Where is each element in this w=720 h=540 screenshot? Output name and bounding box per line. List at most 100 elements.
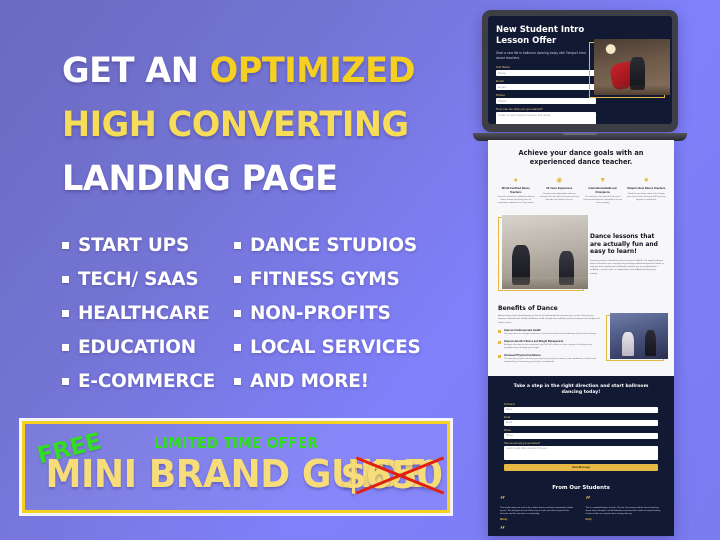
- dance-studio-photo: [502, 215, 588, 290]
- quote-icon: “: [500, 525, 506, 536]
- square-bullet-icon: [62, 377, 69, 385]
- benefit-body: Dancing raises the strength, endurance, …: [504, 332, 597, 335]
- benefits-section: Benefits of Dance Another layer of your …: [488, 299, 674, 376]
- square-bullet-icon: [62, 275, 69, 283]
- testimonial: “ This studio makes me want to be a bett…: [500, 495, 577, 521]
- feature-body: Train with instructors certified by nati…: [496, 196, 535, 205]
- couple-dancing-photo: [610, 313, 668, 360]
- square-bullet-icon: [234, 343, 241, 351]
- list-item: START UPS: [62, 228, 234, 262]
- feature-column: ★ Tampa's Best Dance Teachers Voted the …: [627, 176, 667, 205]
- quote-icon: “: [500, 495, 506, 506]
- floor-shading: [502, 277, 588, 290]
- phone-field[interactable]: Phone: [504, 432, 658, 439]
- audience-list: START UPS TECH/ SAAS HEALTHCARE EDUCATIO…: [62, 228, 452, 398]
- dancer-partner: [645, 330, 656, 357]
- email-field[interactable]: Email: [496, 84, 596, 90]
- list-item-label: AND MORE!: [250, 370, 369, 392]
- headline-line-2: HIGH CONVERTING: [62, 105, 409, 145]
- feature-columns: ● World Certified Dance Teachers Train w…: [488, 173, 674, 213]
- clock-icon: ◉: [556, 177, 563, 184]
- field-label: Full Name: [496, 65, 511, 69]
- list-item-label: LOCAL SERVICES: [250, 336, 421, 358]
- split-heading: Dance lessons that are actually fun and …: [590, 233, 658, 256]
- message-label: How can we help you get started?: [504, 441, 541, 445]
- field-label: Phone: [496, 93, 505, 97]
- benefit-body: Energetic dancing can burn anywhere from…: [504, 343, 592, 349]
- star-icon: ★: [643, 177, 650, 184]
- testimonials-section: From Our Students “ This studio makes me…: [488, 480, 674, 536]
- testimonial-column-right: “ This is a wonderful place to learn. Th…: [585, 495, 663, 536]
- testimonial-author: Wendy: [500, 518, 508, 521]
- hero-photo-frame: [589, 39, 670, 98]
- feature-title: World Certified Dance Teachers: [501, 187, 530, 194]
- floor-shading: [594, 85, 670, 95]
- field-label: Email: [496, 79, 504, 83]
- list-item-label: NON-PROFITS: [250, 302, 391, 324]
- list-item-label: FITNESS GYMS: [250, 268, 400, 290]
- testimonial-text: This studio makes me want to be a better…: [500, 506, 574, 515]
- field-label: Email: [504, 415, 510, 419]
- landing-page-mockup: Achieve your dance goals with an experie…: [488, 140, 674, 536]
- phone-field[interactable]: Phone: [496, 98, 596, 104]
- name-field[interactable]: Name: [496, 70, 596, 76]
- list-item: FITNESS GYMS: [234, 262, 452, 296]
- name-field[interactable]: Name: [504, 406, 658, 413]
- submit-button[interactable]: Send Message: [504, 463, 658, 471]
- email-field[interactable]: Email: [504, 419, 658, 426]
- laptop-screen: New Student Intro Lesson Offer Start a n…: [488, 16, 672, 124]
- list-item-label: EDUCATION: [78, 336, 196, 358]
- laptop-lead-form: Full Name Name Email Email Phone Phone H…: [496, 65, 596, 124]
- benefit-item: Improve Aerobic Fitness and Weight Manag…: [498, 340, 600, 350]
- headline-line-1: GET AN OPTIMIZED: [62, 44, 427, 98]
- message-label: How can we help you get started?: [496, 107, 543, 111]
- list-item: EDUCATION: [62, 330, 234, 364]
- benefits-heading: Benefits of Dance: [498, 305, 558, 313]
- split-body: Learning to dance should never be stress…: [590, 259, 664, 275]
- page-title: GET AN OPTIMIZED HIGH CONVERTING LANDING…: [62, 44, 442, 206]
- feature-body: Voted the top dance studio in the Tampa …: [626, 192, 666, 201]
- message-textarea[interactable]: I want to start dance lessons this week: [504, 445, 658, 460]
- list-item: NON-PROFITS: [234, 296, 452, 330]
- benefit-title: Improve Cardiovascular Health: [504, 328, 541, 332]
- benefit-body: The more you practice, the more you impr…: [504, 357, 597, 363]
- audience-column-left: START UPS TECH/ SAAS HEALTHCARE EDUCATIO…: [62, 228, 234, 398]
- headline-line-1-white: GET AN: [62, 51, 210, 91]
- square-bullet-icon: [62, 241, 69, 249]
- list-item: HEALTHCARE: [62, 296, 234, 330]
- square-bullet-icon: [234, 275, 241, 283]
- list-item: DANCE STUDIOS: [234, 228, 452, 262]
- list-item-label: TECH/ SAAS: [78, 268, 199, 290]
- offer-banner: LIMITED TIME OFFER MINI BRAND GUIDE FREE…: [19, 418, 453, 516]
- benefit-title: Improve Aerobic Fitness and Weight Manag…: [504, 339, 564, 343]
- feature-title: 30 Years Experience: [546, 187, 573, 190]
- feature-title: International Ballroom Champions: [588, 187, 618, 194]
- feature-column: ▼ International Ballroom Champions Our t…: [583, 176, 623, 205]
- quote-icon: “: [585, 495, 591, 506]
- testimonial-author: Emily: [585, 518, 592, 521]
- field-label: Full Name: [504, 402, 515, 406]
- strikethrough-x-icon: [353, 455, 447, 495]
- message-textarea[interactable]: I want to learn dance lessons this week: [496, 112, 596, 124]
- feature-column: ◉ 30 Years Experience Learning with inde…: [540, 176, 580, 205]
- promo-panel: GET AN OPTIMIZED HIGH CONVERTING LANDING…: [0, 0, 470, 540]
- list-item: E-COMMERCE: [62, 364, 234, 398]
- audience-column-right: DANCE STUDIOS FITNESS GYMS NON-PROFITS L…: [234, 228, 452, 398]
- laptop-notch: [563, 133, 597, 135]
- medal-icon: ●: [513, 177, 518, 184]
- square-bullet-icon: [62, 309, 69, 317]
- feature-body: Learning with independent teachers throu…: [540, 192, 579, 201]
- square-bullet-icon: [234, 377, 241, 385]
- feature-title: Tampa's Best Dance Teachers: [627, 187, 666, 190]
- list-item-label: DANCE STUDIOS: [250, 234, 417, 256]
- laptop-page-subtitle: Start a new life in ballroom dancing tod…: [496, 51, 586, 60]
- headline-line-1-accent: OPTIMIZED: [209, 51, 416, 91]
- feature-body: Our teachers have placed at the top of i…: [583, 196, 623, 205]
- benefits-text: Benefits of Dance Another layer of your …: [498, 305, 600, 368]
- laptop-mockup: New Student Intro Lesson Offer Start a n…: [473, 10, 687, 141]
- square-bullet-icon: [498, 329, 501, 333]
- testimonials-heading: From Our Students: [552, 484, 610, 491]
- hero-heading: Achieve your dance goals with an experie…: [518, 149, 644, 166]
- testimonial-columns: “ This studio makes me want to be a bett…: [500, 495, 663, 536]
- list-item: TECH/ SAAS: [62, 262, 234, 296]
